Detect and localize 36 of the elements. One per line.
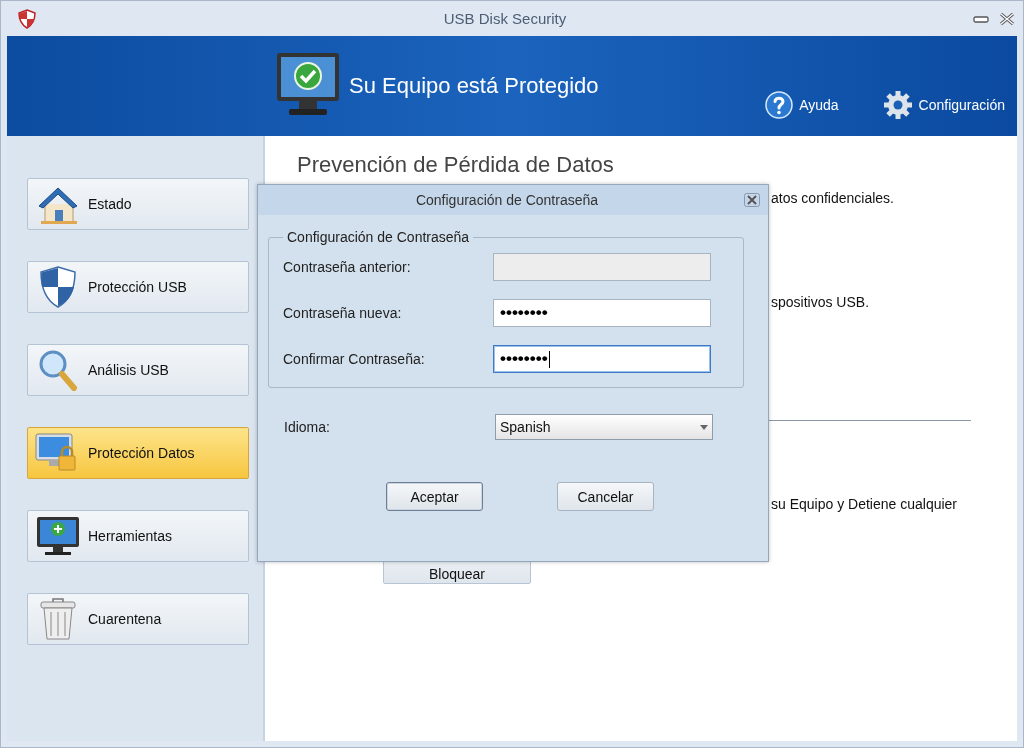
- field-label: Confirmar Contraseña:: [283, 351, 425, 367]
- description-text: atos confidenciales.: [771, 190, 895, 206]
- minimize-icon[interactable]: [973, 13, 989, 24]
- shield-icon: [17, 8, 37, 29]
- field-label: Idioma:: [284, 419, 330, 435]
- status-text: Su Equipo está Protegido: [349, 73, 599, 99]
- close-icon[interactable]: [744, 193, 760, 207]
- help-icon: [765, 91, 794, 119]
- close-icon[interactable]: [999, 11, 1015, 26]
- description-text: spositivos USB.: [771, 294, 871, 310]
- trash-can-icon: [39, 597, 77, 641]
- password-field[interactable]: ••••••••: [493, 345, 711, 373]
- sidebar-item[interactable]: Protección Datos: [27, 427, 249, 479]
- shield-icon: [38, 265, 78, 309]
- caret-icon: [700, 424, 708, 430]
- field-label: Contraseña anterior:: [283, 259, 411, 275]
- field-label: Contraseña nueva:: [283, 305, 402, 321]
- page-title: Prevención de Pérdida de Datos: [297, 152, 615, 178]
- language-dropdown[interactable]: Spanish: [495, 414, 713, 440]
- magnifier-icon: [38, 349, 78, 391]
- sidebar-item[interactable]: Análisis USB: [27, 344, 249, 396]
- password-field[interactable]: ••••••••: [493, 299, 711, 327]
- cancel-button[interactable]: Cancelar: [557, 482, 654, 511]
- settings-icon: [882, 90, 913, 120]
- window-title: USB Disk Security: [442, 10, 568, 27]
- settings-link[interactable]: Configuración: [882, 90, 1005, 120]
- description-text: su Equipo y Detiene cualquier: [771, 496, 958, 512]
- help-link[interactable]: Ayuda: [765, 90, 839, 120]
- sidebar-item[interactable]: Herramientas: [27, 510, 249, 562]
- accept-button[interactable]: Aceptar: [386, 482, 483, 511]
- dialog-title: Configuración de Contraseña: [414, 192, 600, 208]
- sidebar-item[interactable]: Protección USB: [27, 261, 249, 313]
- sidebar-item[interactable]: Estado: [27, 178, 249, 230]
- monitor-plus-icon: [35, 515, 81, 557]
- sidebar-item[interactable]: Cuarentena: [27, 593, 249, 645]
- group-title: Configuración de Contraseña: [286, 229, 471, 245]
